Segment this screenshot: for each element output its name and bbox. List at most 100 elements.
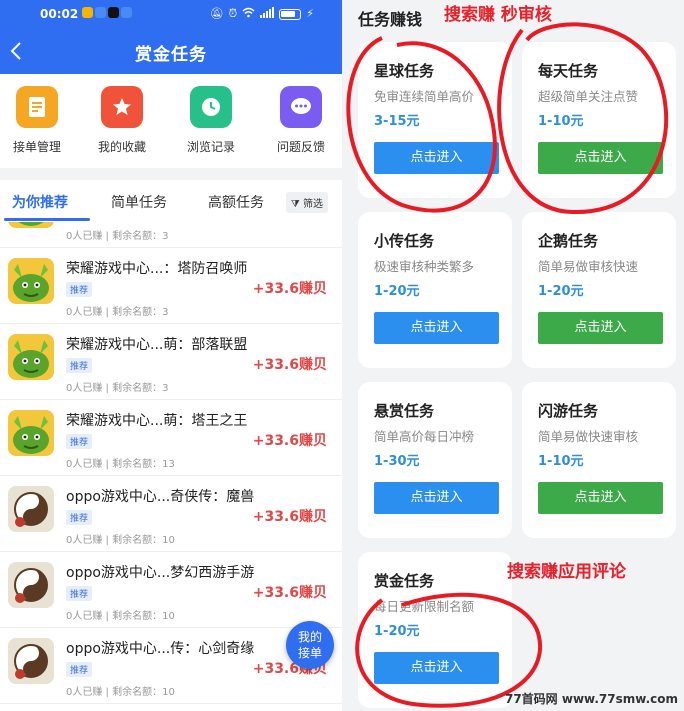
list-item-title: oppo游戏中心...奇侠传：魔兽: [66, 489, 255, 505]
task-card-name: 小传任务: [374, 232, 435, 250]
status-indicators: 🔕︎ ⏰︎ ⚡︎: [210, 7, 314, 21]
filter-button[interactable]: ⧩ 筛选: [285, 192, 328, 213]
watermark: 77首码网 www.77smw.com: [504, 692, 678, 706]
recommend-badge: 推荐: [66, 510, 93, 525]
task-card-name: 每天任务: [538, 62, 599, 80]
page-title: 赏金任务: [135, 45, 207, 65]
status-time: 00:02: [40, 7, 79, 21]
list-item-partial[interactable]: 0人已赚 | 剩余名额：3: [0, 222, 342, 248]
task-card-desc: 简单易做快速审核: [538, 429, 639, 444]
recommend-badge: 推荐: [66, 586, 93, 601]
task-card-reward: 1-30元: [374, 454, 420, 469]
task-card-desc: 每日更新限制名额: [374, 599, 475, 614]
quick-action-bar: 接单管理 我的收藏 浏览记录 问题反馈: [0, 74, 342, 168]
list-item-reward: +33.6赚贝: [252, 509, 327, 525]
signal-icon: [260, 7, 275, 21]
enter-button[interactable]: 点击进入: [538, 312, 663, 344]
task-card-name: 星球任务: [374, 62, 435, 80]
active-tab-indicator: [4, 218, 90, 221]
recommend-badge: 推荐: [66, 282, 93, 297]
enter-button[interactable]: 点击进入: [374, 312, 499, 344]
filter-icon: ⧩: [290, 199, 300, 210]
app-header: 00:02 🔕︎ ⏰︎ ⚡︎ 赏金任务: [0, 0, 342, 74]
tab-simple[interactable]: 简单任务: [111, 192, 167, 212]
task-card: 每天任务超级简单关注点赞 1-10元点击进入: [522, 42, 676, 198]
list-item-meta: 0人已赚 | 剩余名额：3: [66, 307, 169, 318]
quick-action-label: 我的收藏: [97, 140, 146, 154]
task-card-name: 闪游任务: [538, 402, 599, 420]
task-card: 星球任务 免审连续简单高价 3-15元 点击进入: [358, 42, 512, 198]
tab-high-value[interactable]: 高额任务: [208, 192, 264, 212]
left-phone-screen: 00:02 🔕︎ ⏰︎ ⚡︎ 赏金任务 接单管理 我的收藏 浏览记录 问题反馈 …: [0, 0, 342, 711]
task-card-name: 赏金任务: [374, 572, 435, 590]
quick-action-orders[interactable]: 接单管理: [2, 86, 72, 155]
wifi-icon: [242, 7, 255, 21]
status-app-icon: [108, 7, 119, 18]
status-app-icon: [95, 7, 106, 18]
enter-button[interactable]: 点击进入: [538, 142, 663, 174]
task-card-name: 企鹅任务: [538, 232, 599, 250]
task-card-reward: 1-20元: [374, 284, 420, 299]
game-thumbnail: [8, 486, 54, 532]
task-card-reward: 1-10元: [538, 114, 584, 129]
list-item-title: 荣耀游戏中心...萌：部落联盟: [66, 337, 248, 353]
quick-action-favorites[interactable]: 我的收藏: [87, 86, 157, 155]
section-title: 任务赚钱: [358, 10, 423, 29]
battery-level: [281, 10, 296, 17]
my-orders-fab[interactable]: 我的 接单: [286, 621, 334, 669]
game-thumbnail: [8, 410, 54, 456]
task-card-reward: 1-10元: [538, 454, 584, 469]
task-card-name: 悬赏任务: [374, 402, 435, 420]
right-task-panel: 任务赚钱 搜索赚 秒审核 星球任务 免审连续简单高价 3-15元 点击进入 每天任务 超级…: [342, 0, 684, 711]
task-card-reward: 3-15元: [374, 114, 420, 129]
quick-action-label: 浏览记录: [186, 140, 235, 154]
quick-action-label: 问题反馈: [276, 140, 325, 154]
battery-icon: [279, 8, 302, 20]
tab-recommended[interactable]: 为你推荐: [12, 192, 68, 212]
task-card-reward: 1-20元: [538, 284, 584, 299]
task-card: 小传任务极速审核种类繁多 1-20元点击进入: [358, 212, 512, 368]
task-card-desc: 超级简单关注点赞: [538, 89, 639, 104]
list-item[interactable]: 荣耀游戏中心...萌：塔王之王 推荐 0人已赚 | 剩余名额：13 +33.6赚贝: [0, 400, 342, 476]
list-item[interactable]: oppo游戏中心...梦幻西游手游 推荐 0人已赚 | 剩余名额：10 +33.6赚贝: [0, 552, 342, 628]
task-card-reward: 1-20元: [374, 624, 420, 639]
status-app-icons: [82, 7, 132, 18]
task-card-desc: 极速审核种类繁多: [374, 259, 475, 274]
list-item-meta: 0人已赚 | 剩余名额：10: [66, 687, 175, 698]
status-app-icon: [82, 7, 93, 18]
task-card: 悬赏任务简单高价每日冲榜 1-30元点击进入: [358, 382, 512, 538]
task-card-desc: 简单易做审核快速: [538, 259, 639, 274]
recommend-badge: 推荐: [66, 358, 93, 373]
list-item[interactable]: 荣耀游戏中心...：塔防召唤师 推荐 0人已赚 | 剩余名额：3 +33.6赚贝: [0, 248, 342, 324]
mute-icon: 🔕︎: [209, 7, 224, 20]
quick-action-label: 接单管理: [12, 140, 61, 154]
charging-icon: ⚡︎: [306, 7, 314, 20]
list-item-reward: +33.6赚贝: [252, 433, 327, 449]
enter-button[interactable]: 点击进入: [538, 482, 663, 514]
game-thumbnail: [8, 638, 54, 684]
enter-button[interactable]: 点击进入: [374, 142, 499, 174]
list-item-reward: +33.6赚贝: [252, 281, 327, 297]
list-item-meta: 0人已赚 | 剩余名额：10: [66, 535, 175, 546]
game-thumbnail: [8, 334, 54, 380]
fab-line2: 接单: [297, 646, 322, 660]
quick-action-history[interactable]: 浏览记录: [176, 86, 246, 155]
list-item[interactable]: oppo游戏中心...奇侠传：魔兽 推荐 0人已赚 | 剩余名额：10 +33.6赚贝: [0, 476, 342, 552]
list-item-title: 荣耀游戏中心...萌：塔王之王: [66, 413, 248, 429]
task-card: 赏金任务每日更新限制名额 1-20元点击进入: [358, 552, 512, 708]
list-item[interactable]: 荣耀游戏中心...萌：部落联盟 推荐 0人已赚 | 剩余名额：3 +33.6赚贝: [0, 324, 342, 400]
fab-line1: 我的: [297, 630, 322, 644]
task-card-desc: 简单高价每日冲榜: [374, 429, 475, 444]
enter-button[interactable]: 点击进入: [374, 482, 499, 514]
game-thumbnail: [8, 562, 54, 608]
list-item-title: oppo游戏中心...梦幻西游手游: [66, 565, 255, 581]
star-icon: [101, 86, 143, 128]
quick-action-feedback[interactable]: 问题反馈: [266, 86, 336, 155]
task-card: 闪游任务简单易做快速审核 1-10元点击进入: [522, 382, 676, 538]
annotation-mid: 搜索赚应用评论: [507, 562, 626, 582]
list-item-meta: 0人已赚 | 剩余名额：3: [66, 231, 169, 242]
list-item-meta: 0人已赚 | 剩余名额：13: [66, 459, 175, 470]
recommend-badge: 推荐: [66, 662, 93, 677]
enter-button[interactable]: 点击进入: [374, 652, 499, 684]
recommend-badge: 推荐: [66, 434, 93, 449]
